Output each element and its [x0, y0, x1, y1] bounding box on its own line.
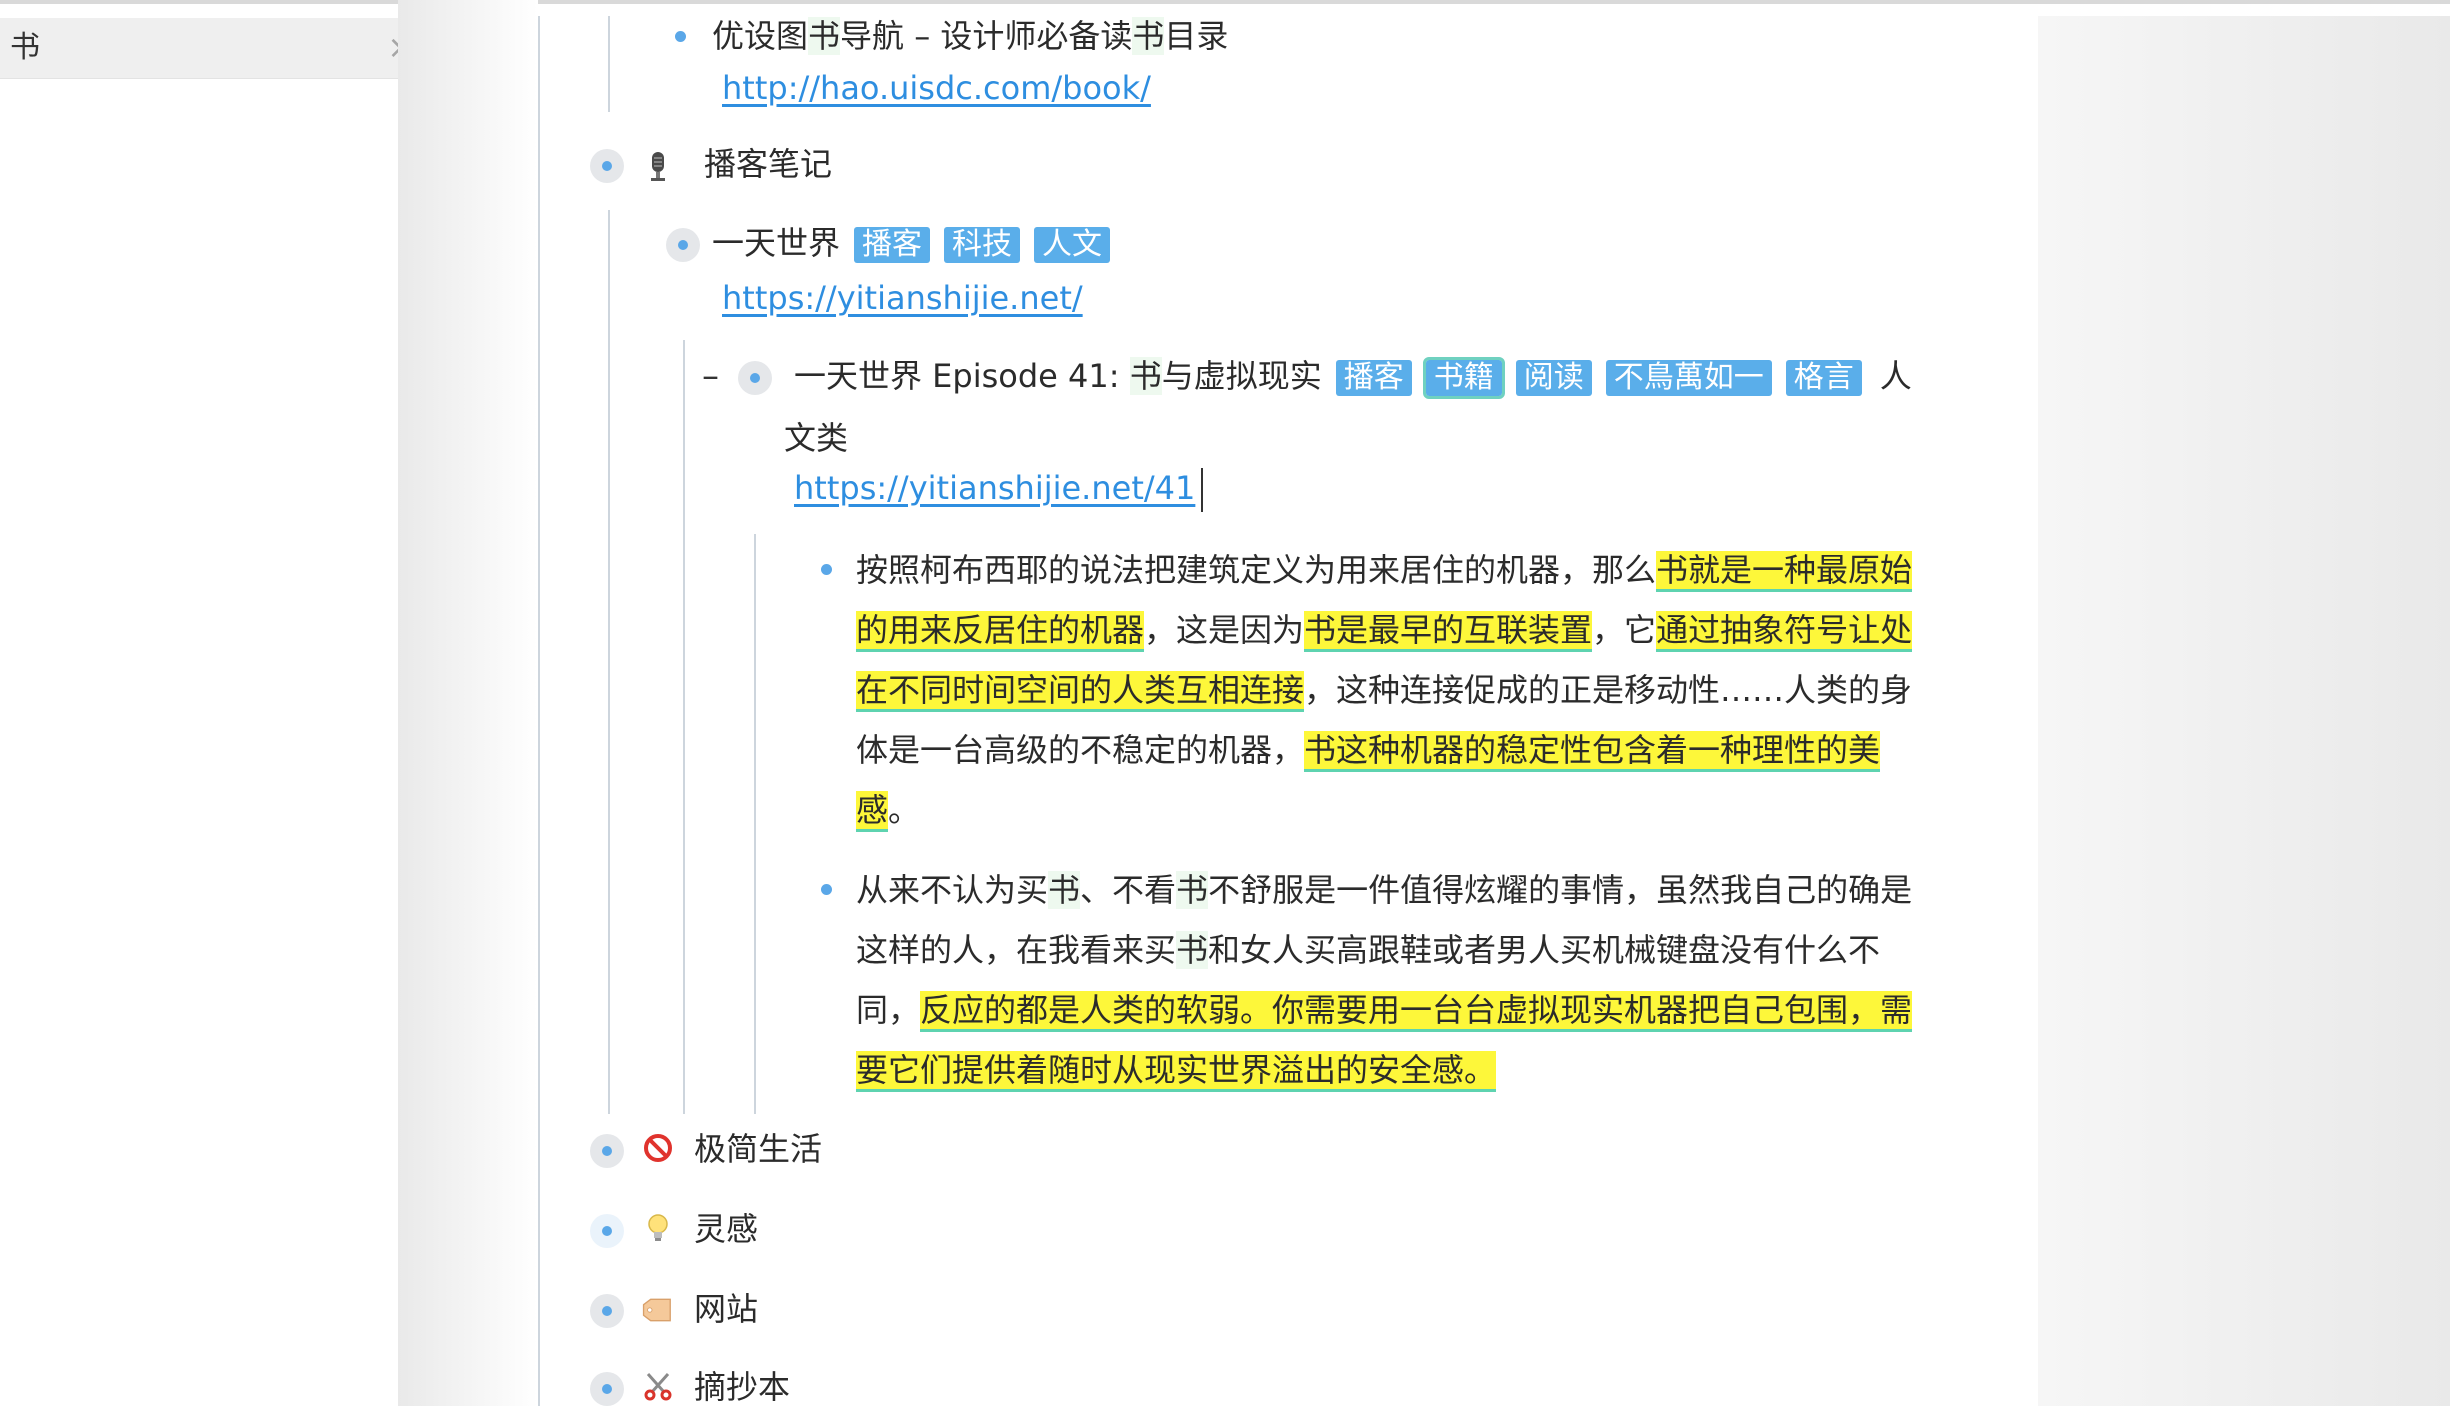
tag-badge-active[interactable]: 书籍 — [1422, 357, 1505, 399]
tag-badge[interactable]: 播客 — [854, 227, 931, 263]
list-item-uisdc[interactable]: 优设图书导航 – 设计师必备读书目录 — [712, 16, 1228, 56]
indent-guide — [538, 16, 540, 1406]
list-item-excerpts[interactable]: 摘抄本 — [694, 1367, 790, 1407]
collapsed-bullet[interactable] — [590, 1134, 624, 1168]
document-left-shadow — [398, 0, 538, 1406]
search-input[interactable]: 书 — [10, 30, 40, 66]
tag-badge[interactable]: 不鳥萬如一 — [1605, 360, 1772, 396]
tag-badge[interactable]: 阅读 — [1515, 360, 1592, 396]
collapsed-bullet[interactable] — [590, 1372, 624, 1406]
list-item-episode[interactable]: 一天世界 Episode 41: 书与虚拟现实 播客 书籍 阅读 不鳥萬如一 格言人 — [794, 356, 1912, 399]
bullet[interactable] — [821, 564, 832, 575]
yitian-link[interactable]: https://yitianshijie.net/ — [722, 278, 1083, 318]
collapsed-bullet[interactable] — [590, 1214, 624, 1248]
document-right-shadow — [2038, 16, 2450, 1406]
collapse-toggle[interactable]: – — [702, 356, 719, 396]
collapsed-bullet[interactable] — [590, 1294, 624, 1328]
note-paragraph[interactable]: 从来不认为买书、不看书不舒服是一件值得炫耀的事情，虽然我自己的确是这样的人，在我… — [856, 860, 1920, 1100]
collapsed-bullet[interactable] — [590, 149, 624, 183]
outline-document: 优设图书导航 – 设计师必备读书目录 http://hao.uisdc.com/… — [538, 16, 2038, 1406]
collapsed-bullet[interactable] — [738, 361, 772, 395]
tag-icon — [642, 1298, 671, 1322]
tag-badge[interactable]: 科技 — [944, 227, 1021, 263]
episode-link[interactable]: https://yitianshijie.net/41 — [794, 468, 1204, 512]
list-item-minimal-life[interactable]: 极简生活 — [694, 1129, 822, 1169]
indent-guide — [608, 210, 610, 1114]
tag-badge[interactable]: 播客 — [1335, 360, 1412, 396]
list-item-yitian[interactable]: 一天世界 播客 科技 人文 — [712, 223, 1111, 263]
list-item-inspiration[interactable]: 灵感 — [694, 1209, 758, 1249]
bullet[interactable] — [821, 884, 832, 895]
bullet[interactable] — [675, 31, 686, 42]
microphone-icon — [651, 152, 665, 181]
search-bar[interactable]: 书 × — [0, 18, 432, 79]
tag-badge[interactable]: 格言 — [1785, 360, 1862, 396]
indent-guide — [608, 16, 610, 112]
lightbulb-icon — [648, 1214, 668, 1241]
episode-title-wrap: 文类 — [784, 419, 849, 457]
uisdc-link[interactable]: http://hao.uisdc.com/book/ — [722, 68, 1151, 108]
note-paragraph[interactable]: 按照柯布西耶的说法把建筑定义为用来居住的机器，那么书就是一种最原始的用来反居住的… — [856, 540, 1920, 840]
indent-guide — [683, 340, 685, 1114]
collapsed-bullet[interactable] — [666, 228, 700, 262]
scissors-icon — [644, 1373, 672, 1401]
list-item-podcast-notes[interactable]: 播客笔记 — [704, 144, 832, 184]
search-pane: 书 × — [0, 4, 432, 1406]
list-item-website[interactable]: 网站 — [694, 1289, 758, 1329]
indent-guide — [754, 534, 756, 1114]
prohibited-icon — [644, 1134, 672, 1162]
text-cursor — [1201, 468, 1204, 512]
tag-badge[interactable]: 人文 — [1034, 227, 1111, 263]
